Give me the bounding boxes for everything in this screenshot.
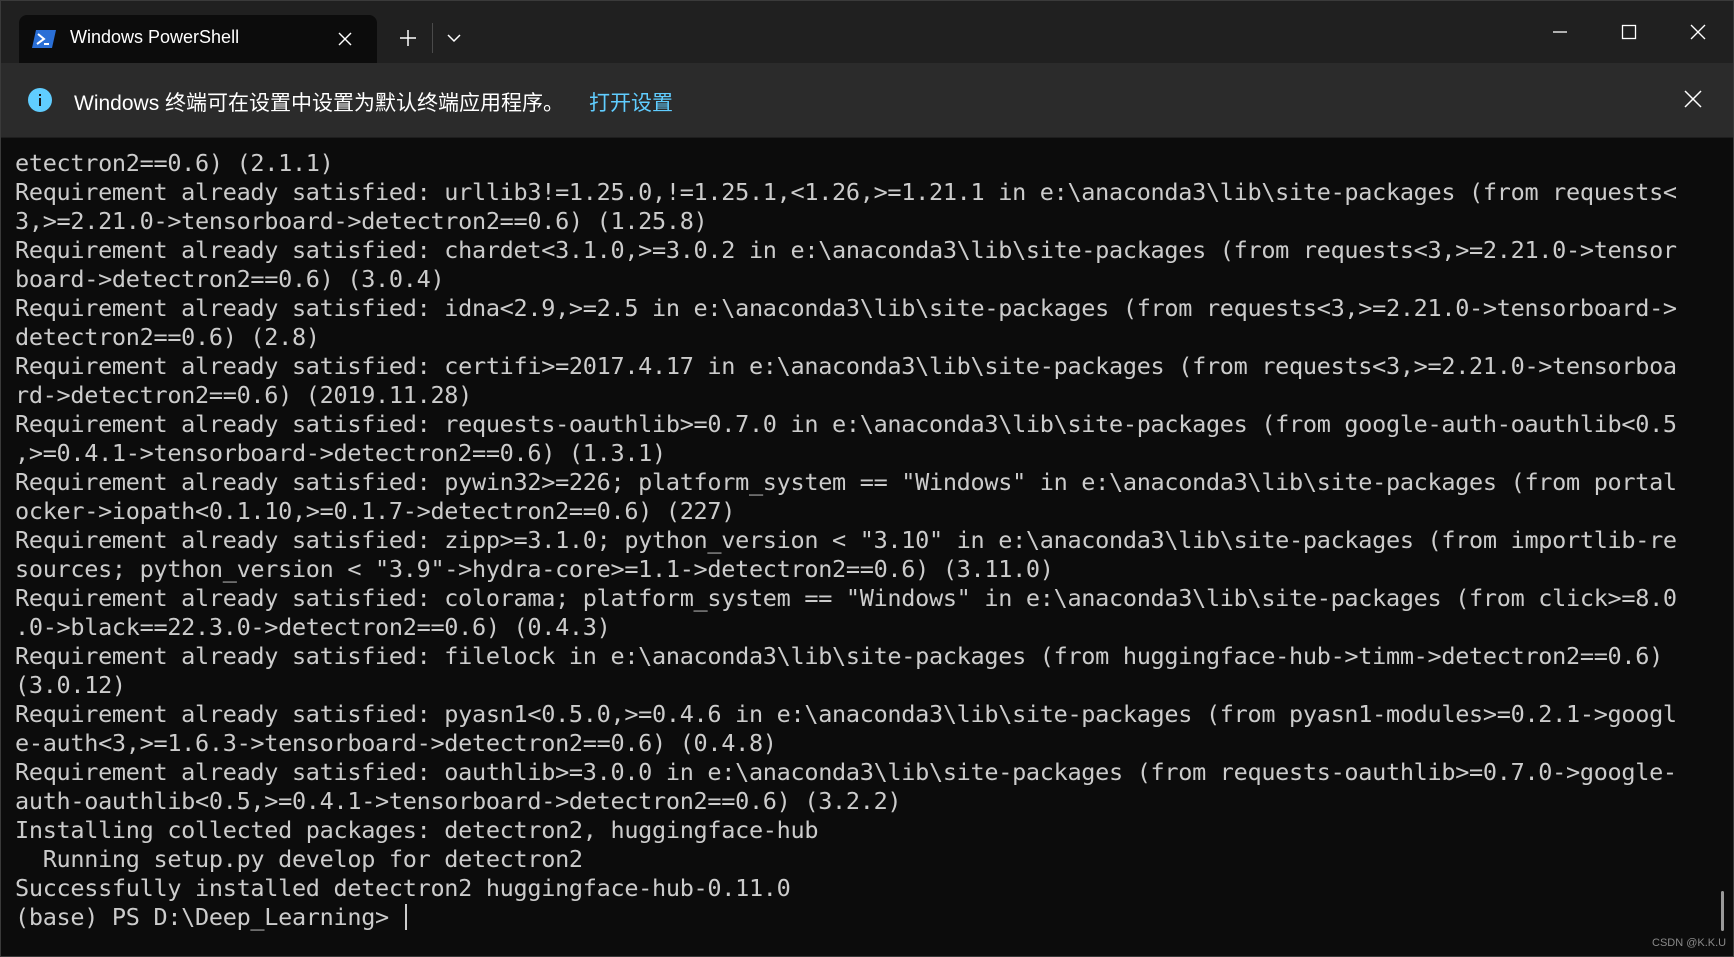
infobar-close-icon[interactable] (1677, 83, 1709, 115)
terminal-line: Requirement already satisfied: pywin32>=… (15, 468, 1677, 496)
terminal-line: Requirement already satisfied: chardet<3… (15, 236, 1677, 264)
minimize-icon[interactable] (1537, 11, 1583, 53)
terminal-line: Requirement already satisfied: certifi>=… (15, 352, 1677, 380)
tab-windows-powershell[interactable]: Windows PowerShell (19, 15, 377, 63)
terminal-line: Requirement already satisfied: requests-… (15, 410, 1677, 438)
terminal-line: 3,>=2.21.0->tensorboard->detectron2==0.6… (15, 207, 708, 235)
terminal-line: auth-oauthlib<0.5,>=0.4.1->tensorboard->… (15, 787, 902, 815)
terminal-line: Requirement already satisfied: filelock … (15, 642, 1663, 670)
terminal-line: .0->black==22.3.0->detectron2==0.6) (0.4… (15, 613, 611, 641)
open-settings-link[interactable]: 打开设置 (589, 87, 673, 117)
terminal-line: Installing collected packages: detectron… (15, 816, 819, 844)
info-message: Windows 终端可在设置中设置为默认终端应用程序。 (74, 92, 565, 115)
terminal-line: e-auth<3,>=1.6.3->tensorboard->detectron… (15, 729, 777, 757)
info-bar: Windows 终端可在设置中设置为默认终端应用程序。 打开设置 (1, 63, 1733, 138)
tab-separator (432, 23, 433, 53)
terminal-line: Requirement already satisfied: idna<2.9,… (15, 294, 1677, 322)
scrollbar-thumb[interactable] (1721, 891, 1724, 931)
terminal-line: Running setup.py develop for detectron2 (15, 845, 583, 873)
terminal-line: Requirement already satisfied: urllib3!=… (15, 178, 1677, 206)
prompt-line[interactable]: (base) PS D:\Deep_Learning> (15, 903, 1719, 932)
terminal-line: Requirement already satisfied: oauthlib>… (15, 758, 1677, 786)
terminal-line: Requirement already satisfied: colorama;… (15, 584, 1677, 612)
plus-icon[interactable] (391, 21, 425, 55)
terminal-line: Requirement already satisfied: pyasn1<0.… (15, 700, 1677, 728)
terminal-line: (3.0.12) (15, 671, 126, 699)
shell-prompt: (base) PS D:\Deep_Learning> (15, 903, 403, 931)
terminal-output[interactable]: etectron2==0.6) (2.1.1) Requirement alre… (1, 138, 1719, 956)
chevron-down-icon[interactable] (437, 21, 471, 55)
terminal-line: ocker->iopath<0.1.10,>=0.1.7->detectron2… (15, 497, 736, 525)
close-icon[interactable] (1675, 11, 1721, 53)
info-icon (28, 88, 52, 112)
terminal-line: ,>=0.4.1->tensorboard->detectron2==0.6) … (15, 439, 666, 467)
powershell-icon (32, 29, 56, 49)
terminal-line: sources; python_version < "3.9"->hydra-c… (15, 555, 1054, 583)
terminal-line: Successfully installed detectron2 huggin… (15, 874, 791, 902)
terminal-line: etectron2==0.6) (2.1.1) (15, 149, 334, 177)
tab-close-icon[interactable] (331, 25, 359, 53)
title-bar[interactable]: Windows PowerShell (1, 1, 1733, 63)
terminal-line: Requirement already satisfied: zipp>=3.1… (15, 526, 1677, 554)
terminal-line: detectron2==0.6) (2.8) (15, 323, 320, 351)
maximize-icon[interactable] (1606, 11, 1652, 53)
watermark: CSDN @K.K.U (1652, 937, 1727, 949)
powershell-window: Windows PowerShell Windows 终端可在设置中设置为默认终… (0, 0, 1734, 957)
tab-title: Windows PowerShell (70, 27, 240, 47)
terminal-line: rd->detectron2==0.6) (2019.11.28) (15, 381, 472, 409)
terminal-line: board->detectron2==0.6) (3.0.4) (15, 265, 445, 293)
text-cursor (404, 904, 407, 930)
